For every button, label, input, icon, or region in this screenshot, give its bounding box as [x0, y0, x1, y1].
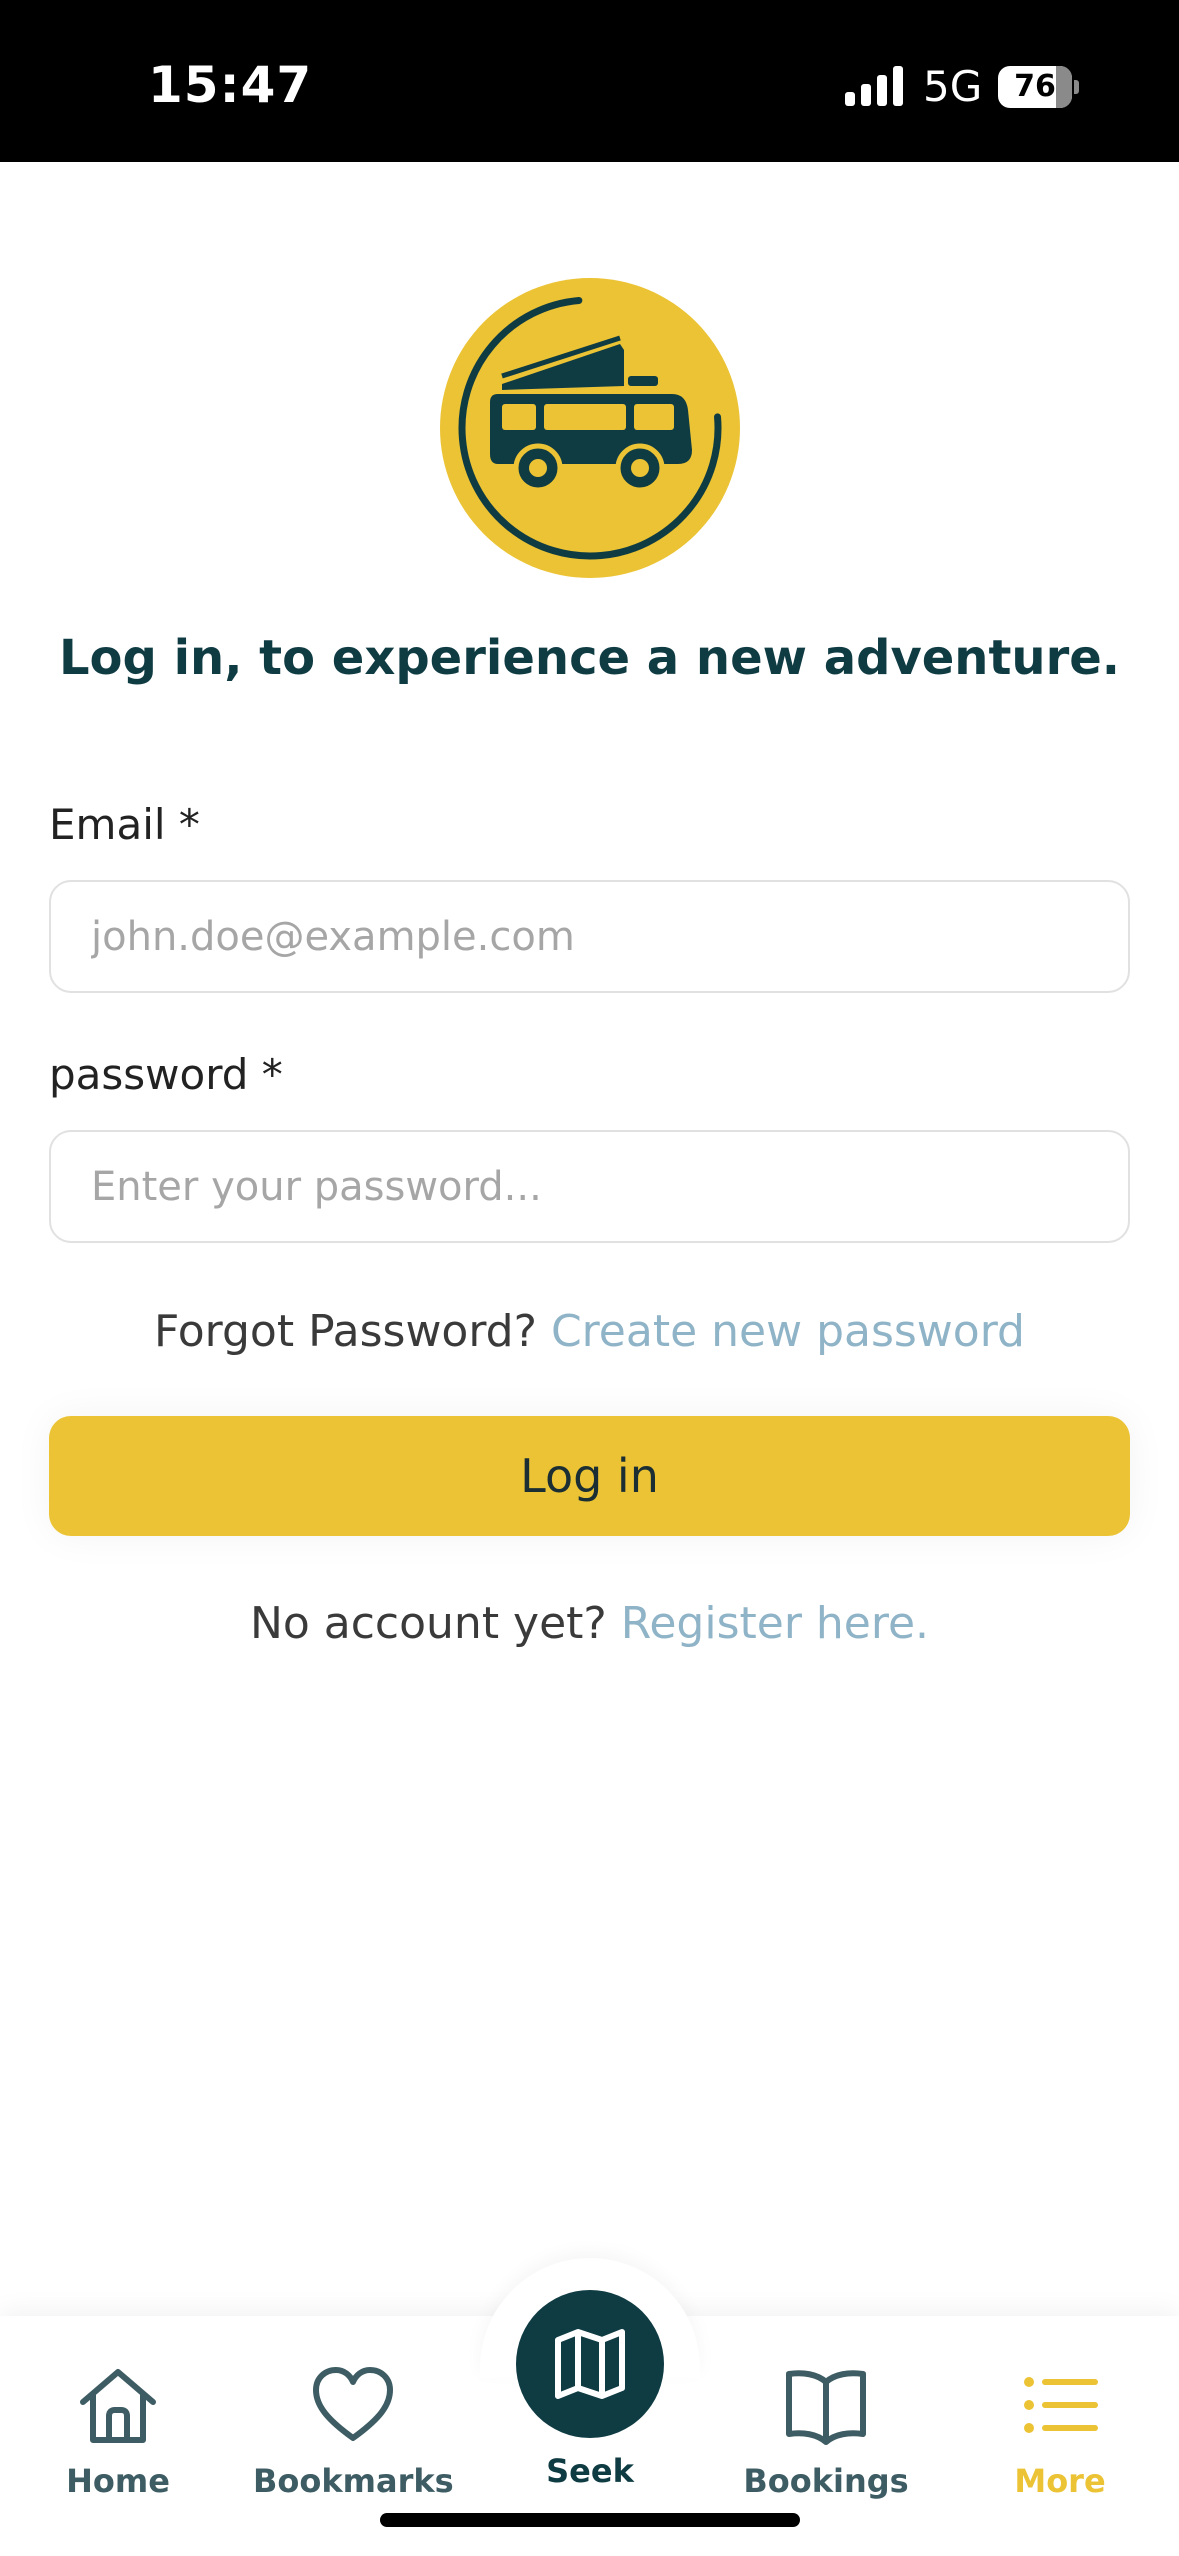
- status-time: 15:47: [148, 56, 313, 114]
- create-new-password-link[interactable]: Create new password: [551, 1306, 1025, 1357]
- password-input[interactable]: [49, 1130, 1130, 1243]
- campervan-logo-icon: [440, 278, 740, 578]
- network-type: 5G: [923, 62, 983, 111]
- forgot-password-text: Forgot Password?: [154, 1306, 537, 1357]
- map-icon: [555, 2329, 625, 2399]
- no-account-text: No account yet?: [249, 1598, 607, 1649]
- email-input[interactable]: [49, 880, 1130, 993]
- tab-more[interactable]: More: [960, 2360, 1160, 2500]
- page-title: Log in, to experience a new adventure.: [58, 630, 1121, 686]
- book-icon: [786, 2370, 866, 2445]
- home-icon: [80, 2369, 156, 2443]
- tab-home[interactable]: Home: [18, 2360, 218, 2500]
- tab-label: Bookings: [743, 2462, 909, 2500]
- tab-label: Bookmarks: [253, 2462, 454, 2500]
- tab-label: Home: [66, 2462, 170, 2500]
- menu-list-icon: [1024, 2377, 1098, 2433]
- heart-icon: [313, 2367, 393, 2441]
- forgot-password-row: Forgot Password? Create new password: [0, 1306, 1179, 1357]
- password-label: password *: [49, 1050, 283, 1099]
- tab-label: More: [1014, 2462, 1106, 2500]
- battery-level: 76: [1014, 69, 1056, 104]
- status-bar: 15:47 5G 76: [0, 0, 1179, 162]
- tab-label: Seek: [546, 2452, 634, 2490]
- register-link[interactable]: Register here.: [621, 1598, 929, 1649]
- home-indicator[interactable]: [380, 2513, 800, 2527]
- register-row: No account yet? Register here.: [0, 1598, 1179, 1649]
- cellular-signal-icon: [845, 66, 903, 106]
- tab-bookings[interactable]: Bookings: [726, 2360, 926, 2500]
- email-label: Email *: [49, 800, 200, 849]
- login-button[interactable]: Log in: [49, 1416, 1130, 1536]
- tab-seek[interactable]: Seek: [490, 2290, 690, 2490]
- seek-button[interactable]: [516, 2290, 664, 2438]
- tab-bookmarks[interactable]: Bookmarks: [253, 2360, 454, 2500]
- battery-icon: 76: [998, 66, 1079, 108]
